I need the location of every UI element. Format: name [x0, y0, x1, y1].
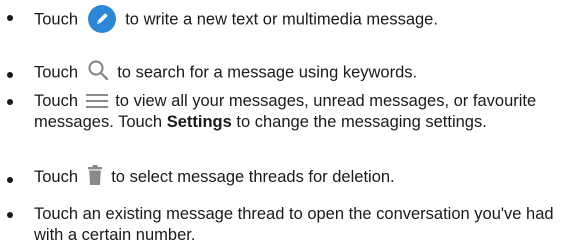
- list-item-text: Touch an existing message thread to open…: [34, 205, 554, 244]
- item-suffix: to search for a message using keywords.: [117, 63, 418, 82]
- item-prefix: Touch: [34, 10, 79, 29]
- item-prefix: Touch: [34, 63, 79, 82]
- list-item-text: Touch to search for a message using keyw…: [34, 59, 560, 84]
- trash-icon: [87, 164, 102, 185]
- bullet: [7, 15, 13, 21]
- compose-icon: [87, 4, 117, 34]
- item-suffix: to select message threads for deletion.: [111, 168, 395, 186]
- search-icon: [87, 59, 109, 81]
- list-item-text: Touch to select message threads for dele…: [34, 164, 560, 188]
- list-item-text: Touch to write a new text or multimedia …: [34, 5, 560, 35]
- item-prefix: Touch: [34, 168, 79, 186]
- bullet: [7, 72, 13, 78]
- item-suffix-b: to change the messaging settings.: [236, 113, 487, 131]
- bullet: [7, 177, 13, 183]
- menu-icon: [85, 93, 108, 109]
- bullet: [7, 212, 13, 218]
- settings-label: Settings: [166, 113, 232, 131]
- item-prefix: Touch: [34, 92, 79, 110]
- item-suffix: to write a new text or multimedia messag…: [125, 10, 438, 29]
- list-item-text: Touch to view all your messages, unread …: [34, 91, 560, 133]
- bullet: [7, 99, 13, 105]
- instruction-list: Touch to write a new text or multimedia …: [0, 0, 568, 248]
